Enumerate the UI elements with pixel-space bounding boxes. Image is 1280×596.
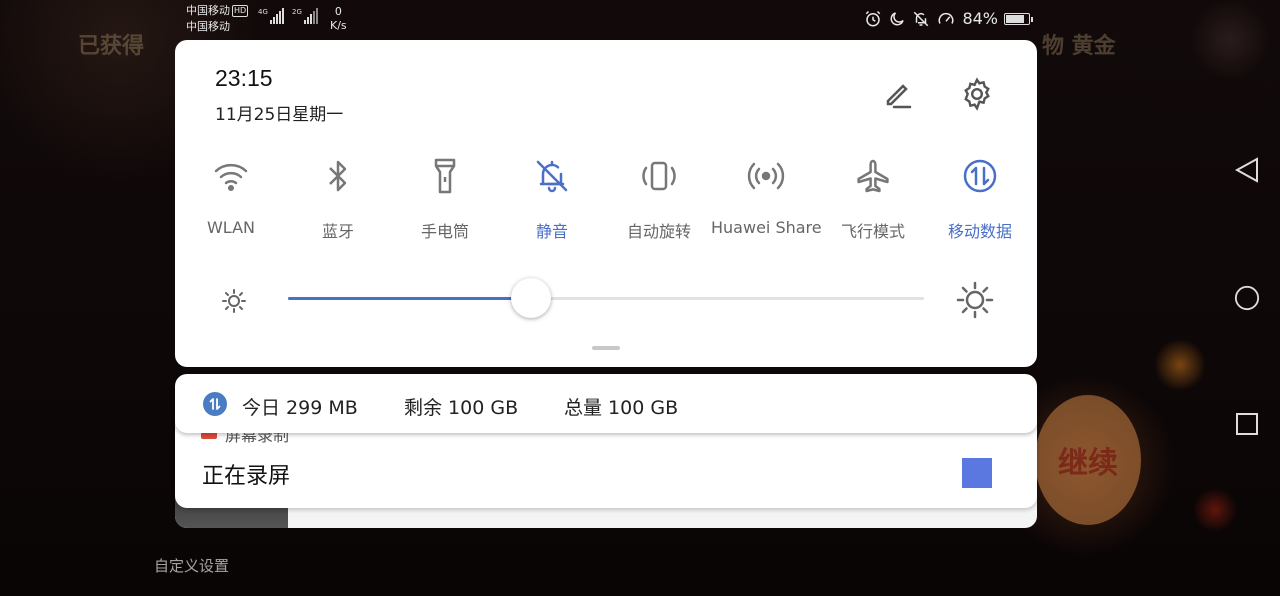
- back-triangle-icon: [1234, 157, 1258, 183]
- tile-bluetooth[interactable]: 蓝牙: [283, 148, 393, 248]
- clock-time[interactable]: 23:15: [215, 65, 273, 92]
- home-button[interactable]: [1234, 285, 1260, 311]
- network-speed-unit: K/s: [330, 19, 347, 32]
- tile-auto-rotate[interactable]: 自动旋转: [604, 148, 714, 248]
- airplane-icon: [857, 159, 889, 193]
- brightness-slider-fill: [288, 297, 531, 300]
- signal-1-icon: [270, 8, 284, 24]
- status-bar: 中国移动 HD 中国移动 4G 2G 0 K/s 84%: [0, 0, 1280, 38]
- tile-label: WLAN: [206, 218, 255, 237]
- bell-off-icon: [536, 160, 568, 193]
- brightness-slider-thumb[interactable]: [510, 278, 551, 318]
- hd-badge: HD: [232, 5, 249, 17]
- battery-percent: 84%: [962, 9, 998, 28]
- battery-fill: [1006, 14, 1025, 23]
- tile-flashlight[interactable]: 手电筒: [390, 148, 500, 248]
- tile-silent[interactable]: 静音: [497, 148, 607, 248]
- mobile-data-usage-icon: [203, 392, 227, 416]
- game-logo: 继续: [1035, 395, 1141, 525]
- carrier-2: 中国移动: [186, 20, 230, 33]
- panel-drag-handle[interactable]: [592, 346, 620, 350]
- screen-recording-notification[interactable]: 屏幕录制 正在录屏: [175, 420, 1037, 508]
- data-usage-total: 总量 100 GB: [564, 397, 679, 419]
- tile-huawei-share[interactable]: Huawei Share: [711, 148, 822, 248]
- alarm-icon: [866, 10, 881, 26]
- do-not-disturb-moon-icon: [890, 11, 905, 25]
- recents-button[interactable]: [1234, 411, 1260, 437]
- speedometer-icon: [939, 12, 954, 24]
- tile-label: 飞行模式: [840, 222, 905, 241]
- tile-label: 自动旋转: [626, 222, 691, 241]
- data-usage-bar[interactable]: 今日 299 MB 剩余 100 GB 总量 100 GB: [175, 374, 1037, 433]
- silent-bell-icon: [914, 11, 929, 26]
- signal-2-type: 2G: [292, 8, 302, 16]
- brightness-slider[interactable]: [288, 278, 924, 318]
- stop-recording-button[interactable]: [962, 458, 992, 488]
- data-usage-today: 今日 299 MB: [242, 397, 358, 419]
- tile-label: 移动数据: [947, 222, 1012, 241]
- auto-rotate-icon: [642, 161, 676, 191]
- notification-title: 正在录屏: [202, 464, 291, 489]
- signal-2-icon: [304, 8, 318, 24]
- settings-button[interactable]: [957, 74, 997, 114]
- gear-icon: [964, 77, 990, 111]
- tile-airplane-mode[interactable]: 飞行模式: [818, 148, 928, 248]
- tile-label: 蓝牙: [321, 222, 354, 241]
- brightness-high-icon: [955, 280, 995, 320]
- navigation-bar: [1214, 0, 1280, 596]
- pencil-icon: [886, 84, 912, 109]
- quick-tiles: WLAN 蓝牙 手电筒 静音 自动旋转 Huawei Share 飞行模式 移动…: [175, 148, 1037, 248]
- data-usage-remaining: 剩余 100 GB: [404, 397, 519, 419]
- tile-label: 静音: [535, 222, 568, 241]
- tile-mobile-data[interactable]: 移动数据: [925, 148, 1035, 248]
- huawei-share-icon: [747, 162, 785, 190]
- carrier-info: 中国移动 HD 中国移动: [186, 3, 249, 35]
- clock-date[interactable]: 11月25日星期一: [215, 100, 343, 125]
- wifi-icon: [214, 163, 248, 192]
- quick-settings-panel: 23:15 11月25日星期一 WLAN 蓝牙 手电筒 静音 自动旋转 Huaw…: [175, 40, 1037, 367]
- brightness-control: [215, 278, 1005, 320]
- back-button[interactable]: [1234, 157, 1260, 183]
- network-speed-value: 0: [334, 5, 342, 18]
- network-speed: 0 K/s: [330, 5, 347, 33]
- custom-settings-label[interactable]: 自定义设置: [154, 555, 229, 576]
- home-circle-icon: [1234, 285, 1260, 311]
- status-icons: 84%: [864, 9, 1033, 28]
- battery-icon: [1004, 12, 1033, 25]
- recents-square-icon: [1236, 413, 1258, 435]
- flashlight-icon: [434, 158, 456, 194]
- bluetooth-icon: [329, 160, 347, 192]
- carrier-1: 中国移动: [186, 4, 230, 17]
- mobile-data-icon: [963, 159, 997, 193]
- tile-wlan[interactable]: WLAN: [176, 148, 286, 248]
- tile-label: Huawei Share: [711, 218, 822, 237]
- brightness-low-icon: [219, 286, 249, 316]
- tile-label: 手电筒: [420, 222, 469, 241]
- signal-1-type: 4G: [258, 8, 268, 16]
- edit-tiles-button[interactable]: [877, 74, 917, 114]
